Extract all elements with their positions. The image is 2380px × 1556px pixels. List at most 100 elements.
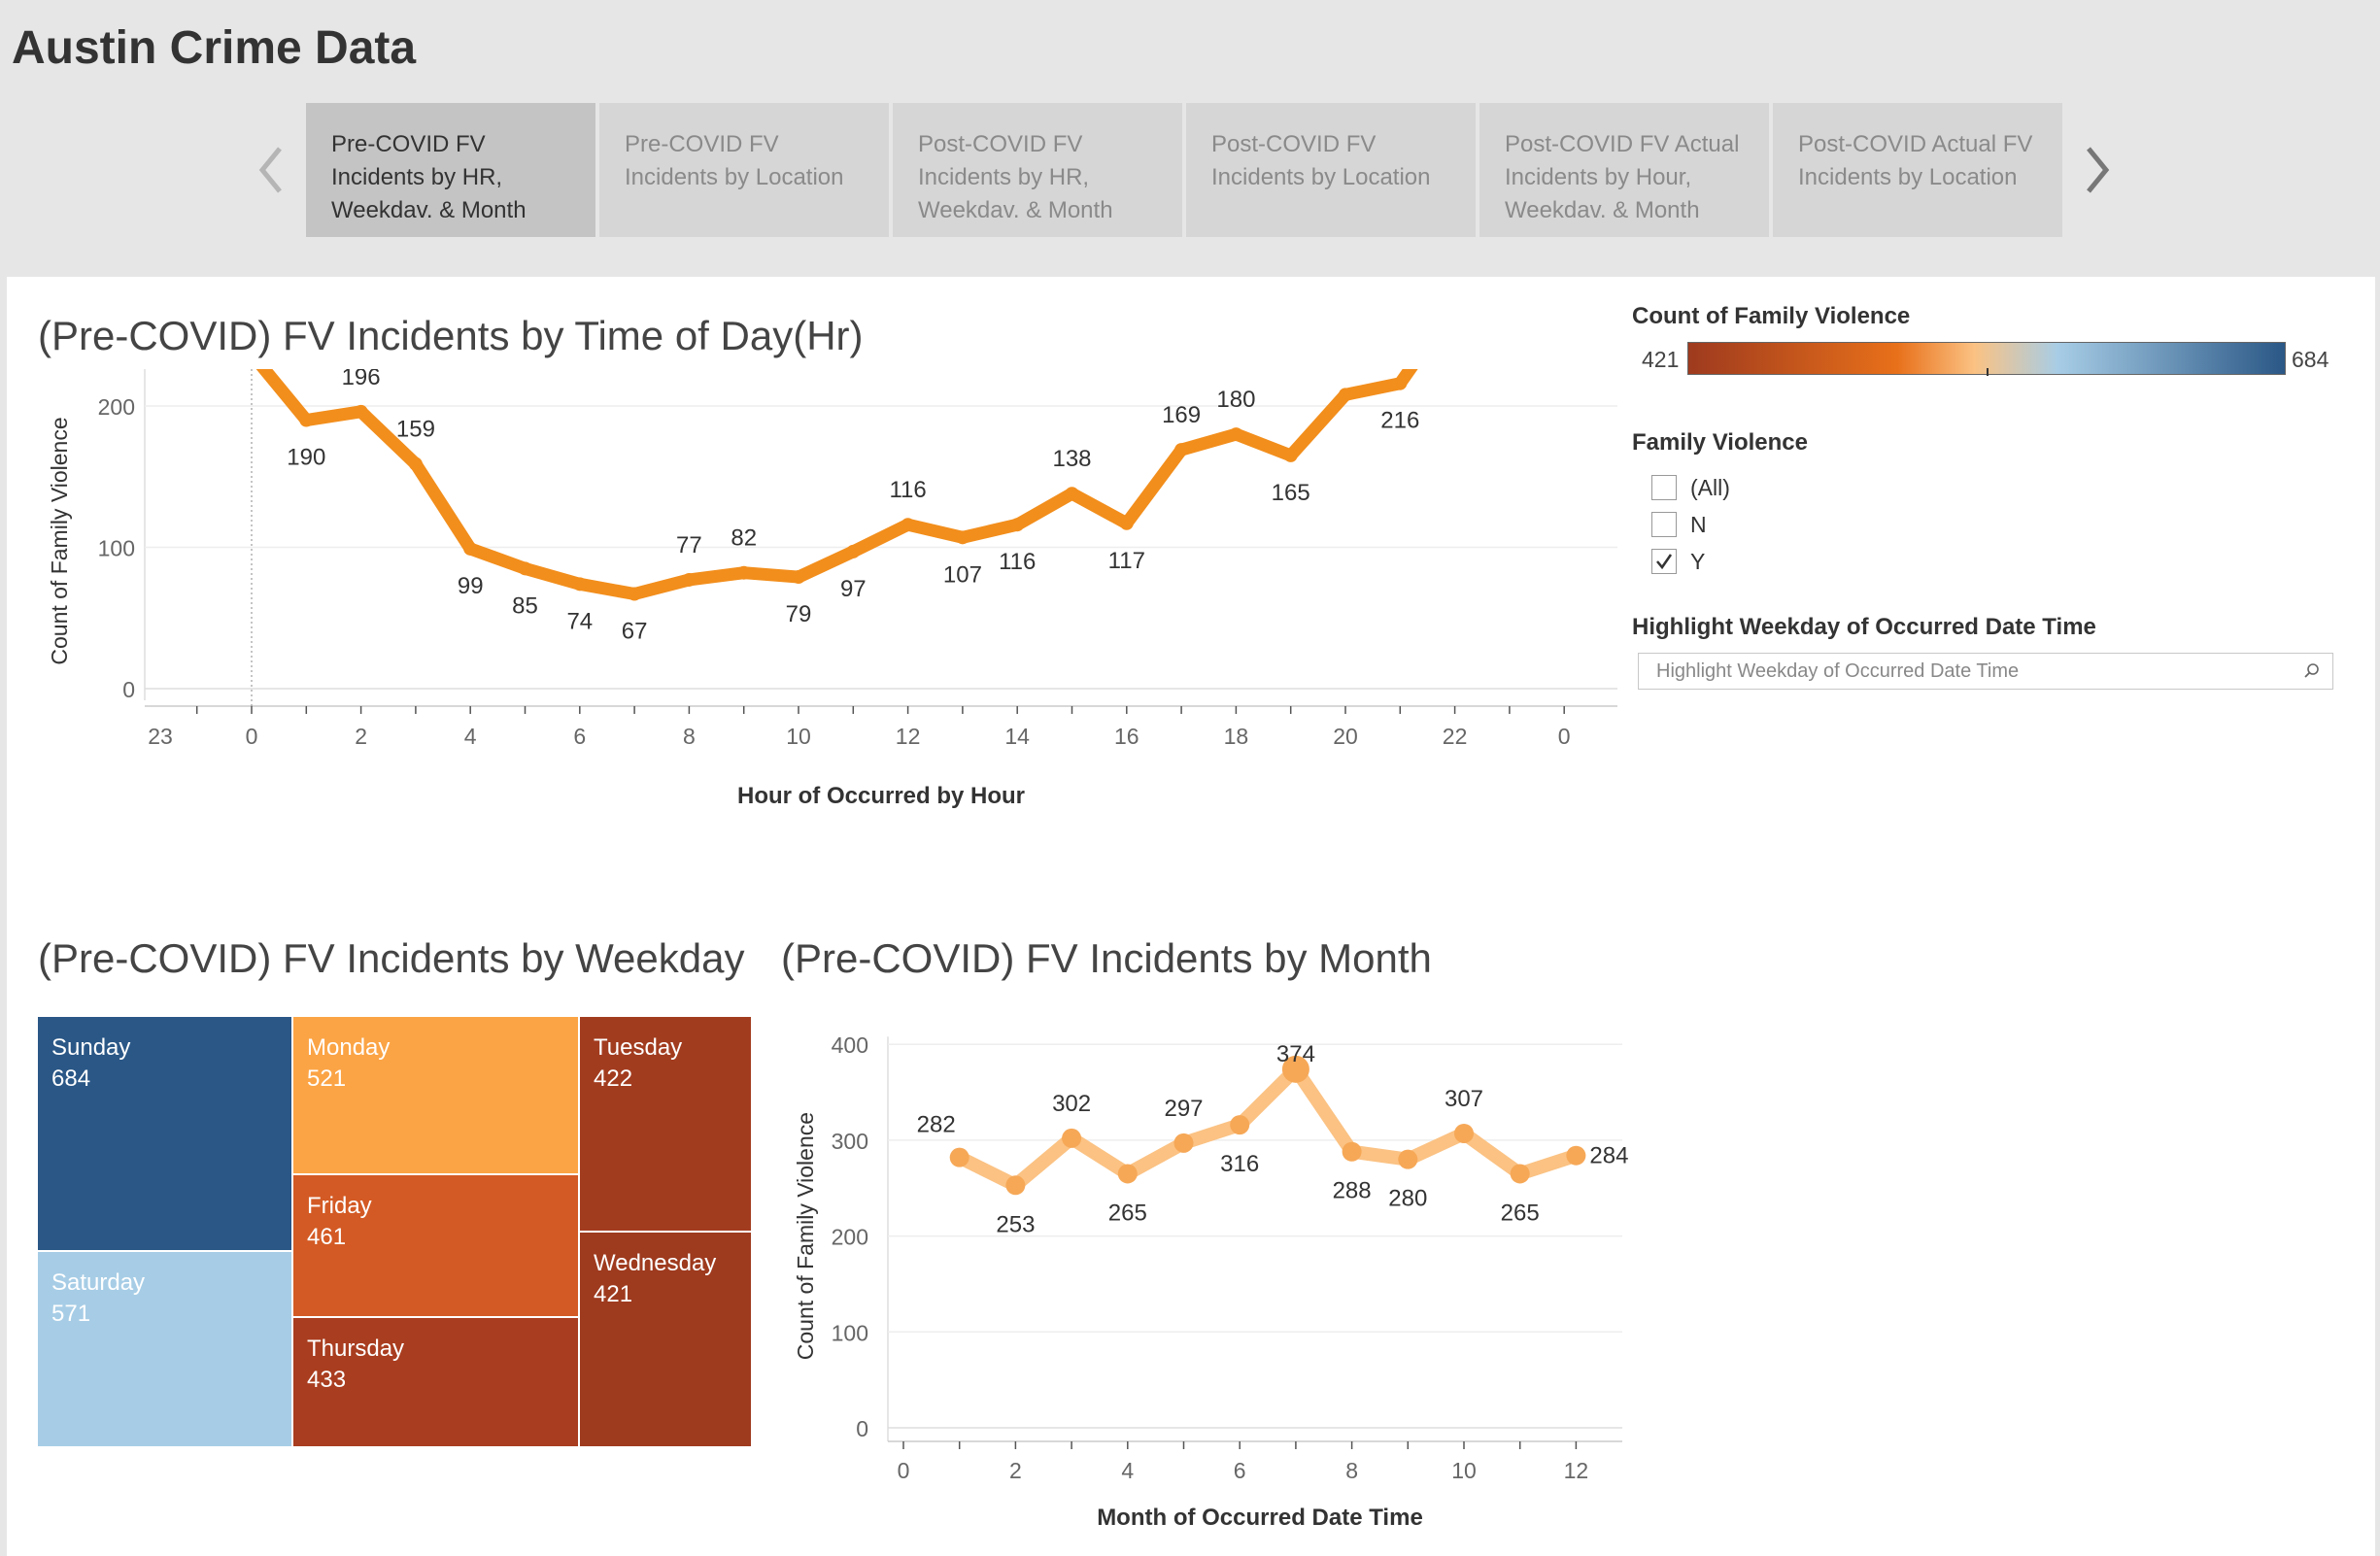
treemap-cell-thursday[interactable]: Thursday 433 — [293, 1318, 580, 1448]
x-tick-label: 2 — [1009, 1458, 1022, 1483]
treemap-cell-monday[interactable]: Monday 521 — [293, 1017, 580, 1175]
y-tick-label: 200 — [832, 1225, 868, 1250]
hour-data-point — [628, 587, 642, 601]
y-tick-label: 200 — [98, 394, 135, 420]
hour-data-point — [846, 544, 861, 558]
x-tick-label: 0 — [898, 1458, 910, 1483]
weekday-chart-title: (Pre-COVID) FV Incidents by Weekday — [38, 935, 745, 981]
filter-option-all[interactable]: (All) — [1651, 471, 1730, 504]
y-axis-title: Count of Family Violence — [47, 417, 72, 664]
next-tab-button[interactable] — [2067, 136, 2125, 204]
tab-pre-covid-hr-weekday-month[interactable]: Pre-COVID FV Incidents by HR, Weekdav. &… — [306, 103, 595, 237]
tab-post-covid-location[interactable]: Post-COVID FV Incidents by Location — [1186, 103, 1476, 237]
hour-data-point — [1174, 443, 1189, 457]
x-tick-label: 10 — [1451, 1458, 1477, 1483]
hour-data-point — [1339, 388, 1352, 402]
hour-data-label: 196 — [342, 369, 381, 390]
month-data-point — [1566, 1145, 1586, 1166]
hour-data-label: 82 — [731, 525, 757, 552]
hour-data-label: 138 — [1052, 446, 1091, 472]
y-axis-title: Count of Family Violence — [793, 1112, 818, 1360]
y-tick-label: 400 — [832, 1032, 868, 1058]
month-data-point — [1342, 1141, 1362, 1162]
treemap-cell-label: Tuesday — [594, 1034, 683, 1061]
hour-data-label: 116 — [999, 549, 1036, 575]
y-tick-label: 0 — [122, 677, 135, 702]
treemap-cell-friday[interactable]: Friday 461 — [293, 1175, 580, 1318]
hour-data-point — [1119, 516, 1134, 530]
hour-data-point — [1065, 487, 1079, 501]
hour-data-point — [518, 561, 532, 576]
treemap-cell-wednesday[interactable]: Wednesday 421 — [580, 1233, 753, 1448]
month-data-point — [1005, 1175, 1026, 1196]
x-tick-label: 8 — [683, 724, 696, 749]
hour-data-label: 74 — [566, 608, 593, 634]
hour-data-label: 85 — [512, 592, 538, 619]
treemap-cell-value: 684 — [51, 1066, 91, 1092]
treemap-cell-label: Sunday — [51, 1034, 131, 1061]
filter-option-n[interactable]: N — [1651, 508, 1707, 541]
x-tick-label: 0 — [246, 724, 258, 749]
x-tick-label: 8 — [1345, 1458, 1358, 1483]
filter-option-y[interactable]: Y — [1651, 545, 1705, 578]
hour-data-label: 216 — [1380, 408, 1419, 434]
prev-tab-button[interactable] — [243, 136, 301, 204]
x-tick-label: 6 — [573, 724, 586, 749]
highlight-search-box[interactable] — [1638, 653, 2333, 690]
tab-post-covid-hr-weekday-month[interactable]: Post-COVID FV Incidents by HR, Weekdav. … — [893, 103, 1182, 237]
highlight-title: Highlight Weekday of Occurred Date Time — [1632, 614, 2096, 640]
checkbox[interactable] — [1651, 475, 1677, 500]
treemap-cell-value: 461 — [307, 1224, 347, 1250]
x-tick-label: 20 — [1333, 724, 1358, 749]
treemap-cell-sunday[interactable]: Sunday 684 — [38, 1017, 293, 1252]
y-tick-label: 300 — [832, 1129, 868, 1154]
search-icon — [2304, 663, 2319, 678]
hour-data-point — [1393, 376, 1408, 390]
highlight-search-input[interactable] — [1654, 659, 2301, 684]
hour-chart-title: (Pre-COVID) FV Incidents by Time of Day(… — [38, 313, 864, 358]
x-tick-label: 18 — [1224, 724, 1249, 749]
y-tick-label: 0 — [856, 1416, 868, 1441]
hour-data-label: 97 — [840, 576, 867, 602]
hour-data-point — [901, 518, 915, 532]
treemap-cell-label: Saturday — [51, 1269, 146, 1296]
hour-data-point — [463, 541, 478, 556]
treemap-cell-saturday[interactable]: Saturday 571 — [38, 1252, 293, 1448]
hour-data-point — [408, 457, 423, 471]
hour-data-point — [299, 413, 314, 427]
filter-option-label: Y — [1690, 548, 1706, 574]
checkbox[interactable] — [1651, 549, 1677, 574]
treemap-cell-value: 521 — [307, 1066, 347, 1092]
hour-data-point — [1283, 448, 1298, 462]
treemap-cell-value: 422 — [594, 1066, 633, 1092]
x-tick-label: 14 — [1004, 724, 1030, 749]
hour-data-point — [1229, 427, 1243, 442]
x-tick-label: 16 — [1114, 724, 1139, 749]
hour-data-label: 117 — [1108, 548, 1145, 574]
month-line-chart: 0 100 200 300 400 0 2 4 6 8 10 12 Month of Occurred … — [793, 1032, 1628, 1531]
filter-option-label: N — [1690, 511, 1707, 537]
tab-post-covid-actual-hour[interactable]: Post-COVID FV Actual Incidents by Hour, … — [1479, 103, 1769, 237]
x-axis-title: Hour of Occurred by Hour — [737, 783, 1025, 809]
checkbox[interactable] — [1651, 512, 1677, 537]
weekday-treemap: Sunday 684 Saturday 571 Monday 521 Friday 461 Th… — [38, 1017, 753, 1448]
treemap-cell-label: Wednesday — [594, 1250, 717, 1276]
color-gradient-bar — [1687, 342, 2286, 376]
tab-post-covid-actual-location[interactable]: Post-COVID Actual FV Incidents by Locati… — [1773, 103, 2062, 237]
hour-data-label: 190 — [287, 445, 325, 471]
app-title: Austin Crime Data — [12, 22, 417, 74]
dashboard-panel: (Pre-COVID) FV Incidents by Time of Day(… — [7, 277, 2375, 1556]
chevron-left-icon — [258, 147, 282, 193]
month-data-label: 265 — [1501, 1200, 1540, 1226]
month-data-label: 316 — [1220, 1151, 1259, 1177]
month-data-label: 297 — [1164, 1096, 1203, 1122]
month-data-point — [1062, 1128, 1082, 1148]
x-tick-label: 22 — [1443, 724, 1468, 749]
hour-data-label: 165 — [1272, 480, 1310, 506]
treemap-cell-tuesday[interactable]: Tuesday 422 — [580, 1017, 753, 1233]
month-data-label: 374 — [1276, 1041, 1315, 1067]
x-tick-label: 23 — [148, 724, 173, 749]
tab-pre-covid-location[interactable]: Pre-COVID FV Incidents by Location — [599, 103, 889, 237]
month-data-point — [1173, 1133, 1194, 1153]
hour-data-label: 159 — [396, 417, 435, 443]
